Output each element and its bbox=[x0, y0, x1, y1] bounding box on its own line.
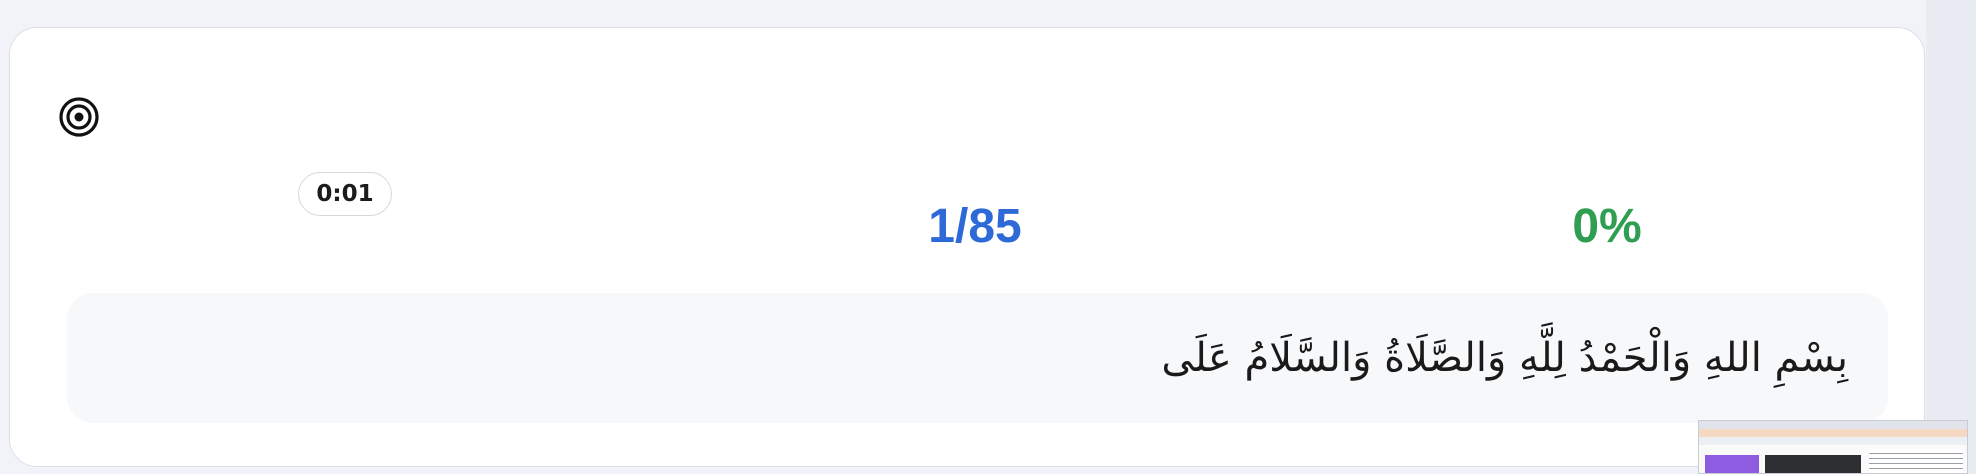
typing-practice-card: 0:01 1/85 0% بِسْمِ اللهِ وَالْحَمْدُ لِ… bbox=[9, 27, 1925, 467]
timer-badge: 0:01 bbox=[298, 172, 392, 216]
passage-box: بِسْمِ اللهِ وَالْحَمْدُ لِلَّهِ وَالصَّ… bbox=[67, 293, 1888, 423]
screen-preview-thumbnail[interactable] bbox=[1698, 420, 1968, 474]
window-background-edge bbox=[1926, 0, 1976, 474]
target-icon bbox=[59, 97, 99, 137]
passage-text: بِسْمِ اللهِ وَالْحَمْدُ لِلَّهِ وَالصَّ… bbox=[1161, 335, 1848, 381]
accuracy-percentage: 0% bbox=[1572, 199, 1642, 253]
progress-counter: 1/85 bbox=[928, 199, 1022, 253]
